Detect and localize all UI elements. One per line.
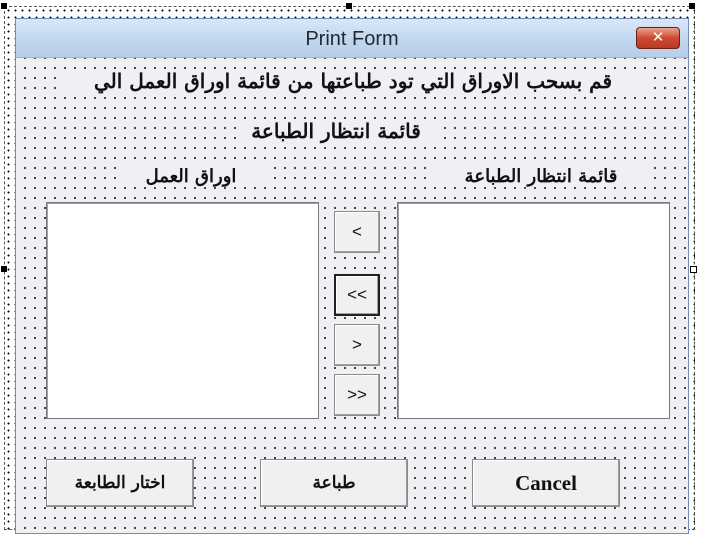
move-one-right-button[interactable]: > [334,324,380,366]
move-all-left-button[interactable]: << [334,274,380,316]
move-all-right-button[interactable]: >> [334,374,380,416]
cancel-button-label: Cancel [515,470,577,495]
resize-handle[interactable] [689,3,695,9]
resize-handle[interactable] [1,3,7,9]
instruction-line-1: قم بسحب الاوراق التي تود طباعتها من قائم… [56,69,650,93]
move-all-right-label: >> [347,385,367,404]
resize-handle[interactable] [1,266,7,272]
resize-handle[interactable] [346,3,352,9]
print-queue-listbox[interactable] [397,202,670,419]
instruction-line-2: قائمة انتظار الطباعة [236,119,436,143]
resize-handle[interactable] [690,266,697,273]
move-one-left-button[interactable]: < [334,211,380,253]
choose-printer-button[interactable]: اختار الطابعة [46,459,194,507]
close-button[interactable]: ✕ [636,27,680,49]
print-queue-label: قائمة انتظار الطباعة [431,166,651,187]
print-button-label: طباعة [312,473,356,493]
move-one-right-label: > [352,335,362,354]
worksheets-label: اوراق العمل [116,166,266,187]
move-all-left-label: << [347,285,367,304]
close-icon: ✕ [651,28,665,46]
print-button[interactable]: طباعة [260,459,408,507]
print-form-window: Print Form ✕ قم بسحب الاوراق التي تود طب… [15,18,689,534]
window-title: Print Form [305,28,399,50]
cancel-button[interactable]: Cancel [472,459,620,507]
title-bar[interactable]: Print Form ✕ [16,19,688,58]
move-one-left-label: < [352,222,362,241]
worksheets-listbox[interactable] [46,202,319,419]
choose-printer-button-label: اختار الطابعة [74,473,166,493]
